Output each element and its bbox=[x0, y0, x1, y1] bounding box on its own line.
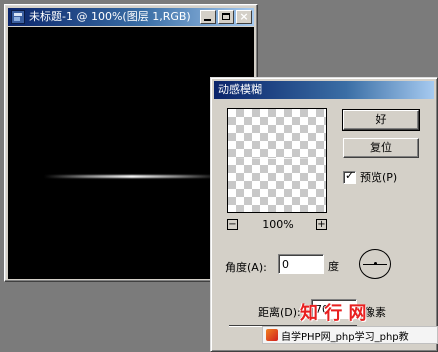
minimize-button[interactable] bbox=[200, 10, 216, 24]
watermark-brand: 知 行 网 bbox=[300, 303, 367, 324]
maximize-button[interactable] bbox=[218, 10, 234, 24]
preview-label: 预览(P) bbox=[360, 171, 398, 184]
document-title: 未标题-1 @ 100%(图层 1,RGB) bbox=[29, 10, 191, 23]
dialog-title[interactable]: 动感模糊 bbox=[214, 81, 434, 99]
angle-input[interactable] bbox=[278, 254, 324, 274]
angle-label: 角度(A): bbox=[225, 261, 267, 274]
window-controls: × bbox=[200, 10, 252, 24]
angle-dial[interactable] bbox=[359, 249, 391, 279]
watermark-text: 自学PHP网_php学习_php教 bbox=[281, 331, 409, 343]
zoom-out-button[interactable]: − bbox=[227, 219, 238, 230]
document-titlebar[interactable]: 未标题-1 @ 100%(图层 1,RGB) × bbox=[8, 8, 254, 26]
close-button[interactable]: × bbox=[236, 10, 252, 24]
zoom-in-button[interactable]: + bbox=[316, 219, 327, 230]
document-icon bbox=[11, 10, 25, 24]
filter-preview[interactable] bbox=[227, 108, 327, 213]
ok-button[interactable]: 好 bbox=[342, 109, 420, 131]
distance-label: 距离(D): bbox=[258, 306, 301, 319]
preview-option[interactable]: ✓ 预览(P) bbox=[343, 168, 398, 184]
minimize-icon bbox=[204, 19, 211, 21]
watermark-bar: 自学PHP网_php学习_php教 bbox=[262, 326, 438, 344]
zoom-level: 100% bbox=[262, 218, 294, 231]
site-logo-icon bbox=[266, 329, 278, 341]
preview-checkbox[interactable]: ✓ bbox=[343, 168, 356, 184]
preview-streak bbox=[234, 158, 322, 159]
close-icon: × bbox=[239, 10, 249, 23]
angle-unit: 度 bbox=[328, 260, 339, 273]
reset-button[interactable]: 复位 bbox=[343, 138, 419, 158]
angle-hub bbox=[374, 262, 377, 265]
checkmark-icon: ✓ bbox=[345, 168, 355, 182]
maximize-icon bbox=[222, 13, 230, 20]
motion-blur-streak bbox=[44, 175, 220, 178]
